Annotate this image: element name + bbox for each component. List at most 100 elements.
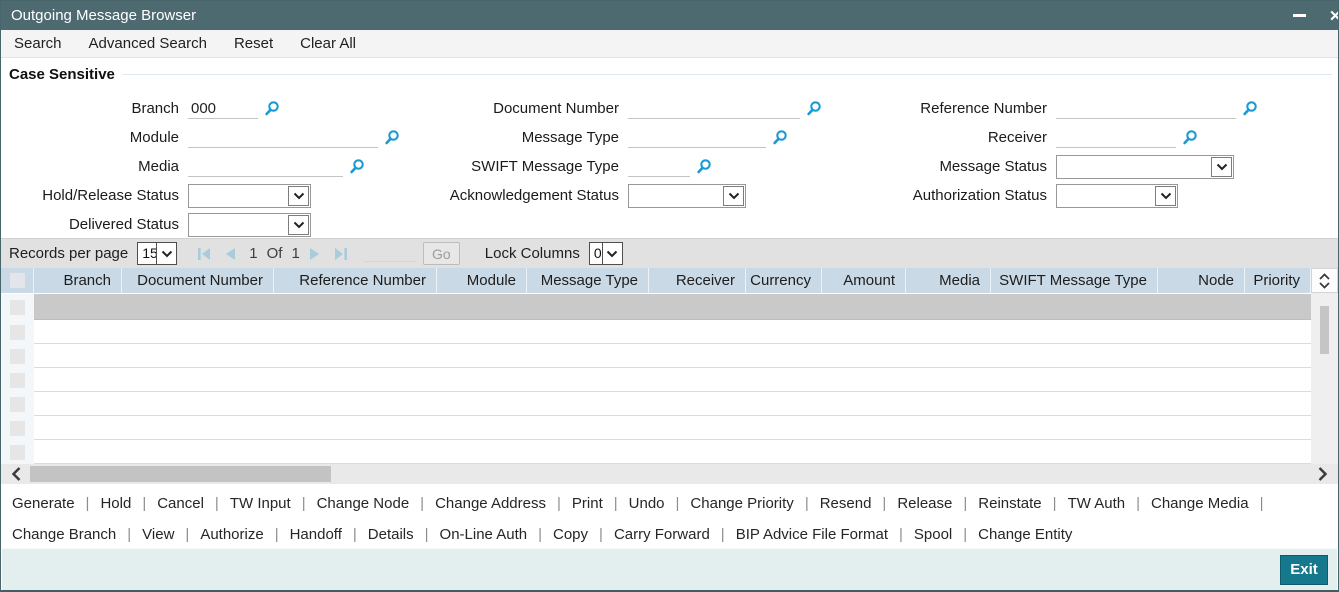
action-link[interactable]: Change Address | bbox=[435, 495, 572, 512]
row-checkbox[interactable] bbox=[1, 368, 34, 392]
delivered-status-select[interactable] bbox=[188, 212, 311, 237]
action-link[interactable]: TW Input | bbox=[230, 495, 317, 512]
search-menu-item[interactable]: Search bbox=[14, 35, 62, 52]
document-number-input[interactable] bbox=[628, 98, 800, 119]
document-number-search-icon[interactable] bbox=[806, 100, 822, 117]
module-input[interactable] bbox=[188, 127, 378, 148]
action-link[interactable]: Authorize | bbox=[200, 526, 289, 543]
receiver-search-icon[interactable] bbox=[1182, 129, 1198, 146]
action-link[interactable]: Spool | bbox=[914, 526, 978, 543]
receiver-input[interactable] bbox=[1056, 127, 1176, 148]
action-link[interactable]: Reinstate | bbox=[978, 495, 1067, 512]
action-link[interactable]: Resend | bbox=[820, 495, 898, 512]
vertical-scroll-thumb[interactable] bbox=[1320, 306, 1329, 354]
swift-message-type-search-icon[interactable] bbox=[696, 158, 712, 175]
branch-search-icon[interactable] bbox=[264, 100, 280, 117]
action-link[interactable]: Cancel | bbox=[157, 495, 230, 512]
row-checkbox[interactable] bbox=[1, 294, 34, 320]
column-header[interactable]: SWIFT Message Type bbox=[991, 268, 1158, 293]
action-link[interactable]: Carry Forward | bbox=[614, 526, 736, 543]
chevron-right-icon[interactable] bbox=[1318, 467, 1327, 481]
go-to-page-input[interactable] bbox=[363, 245, 416, 262]
action-link[interactable]: Generate | bbox=[12, 495, 100, 512]
previous-page-icon[interactable] bbox=[224, 247, 236, 261]
action-link[interactable]: Hold | bbox=[100, 495, 157, 512]
records-per-page-select[interactable]: 15 bbox=[137, 242, 178, 265]
message-type-input[interactable] bbox=[628, 127, 766, 148]
authorization-status-select[interactable] bbox=[1056, 183, 1178, 208]
action-link[interactable]: TW Auth | bbox=[1068, 495, 1151, 512]
reset-menu-item[interactable]: Reset bbox=[234, 35, 273, 52]
lock-columns-select[interactable]: 0 bbox=[588, 242, 623, 265]
action-link[interactable]: Change Media | bbox=[1151, 495, 1274, 512]
action-link[interactable]: Change Priority | bbox=[690, 495, 819, 512]
table-row[interactable] bbox=[1, 294, 1311, 320]
table-row[interactable] bbox=[1, 368, 1311, 392]
column-header[interactable]: Currency bbox=[746, 268, 822, 293]
exit-button[interactable]: Exit bbox=[1280, 554, 1328, 585]
row-checkbox[interactable] bbox=[1, 440, 34, 464]
action-link[interactable]: Details | bbox=[368, 526, 440, 543]
action-link[interactable]: View | bbox=[142, 526, 200, 543]
table-row[interactable] bbox=[1, 320, 1311, 344]
advanced-search-menu-item[interactable]: Advanced Search bbox=[89, 35, 207, 52]
message-status-select[interactable] bbox=[1056, 154, 1234, 179]
go-button[interactable]: Go bbox=[422, 242, 460, 265]
branch-input[interactable] bbox=[188, 98, 258, 119]
media-search-icon[interactable] bbox=[349, 158, 365, 175]
action-link[interactable]: Handoff | bbox=[290, 526, 368, 543]
table-row[interactable] bbox=[1, 440, 1311, 464]
action-link[interactable]: Change Branch | bbox=[12, 526, 142, 543]
horizontal-scroll-thumb[interactable] bbox=[30, 466, 331, 482]
column-header[interactable]: Module bbox=[437, 268, 527, 293]
row-checkbox[interactable] bbox=[1, 392, 34, 416]
chevron-left-icon[interactable] bbox=[12, 467, 21, 481]
action-link[interactable]: Undo | bbox=[629, 495, 691, 512]
media-input[interactable] bbox=[188, 156, 343, 177]
chevron-down-icon[interactable] bbox=[288, 214, 309, 235]
action-link[interactable]: Change Entity| bbox=[978, 526, 1072, 543]
action-link[interactable]: BIP Advice File Format | bbox=[736, 526, 914, 543]
module-search-icon[interactable] bbox=[384, 129, 400, 146]
action-link[interactable]: Print | bbox=[572, 495, 629, 512]
chevron-down-icon[interactable] bbox=[601, 243, 622, 264]
table-row[interactable] bbox=[1, 344, 1311, 368]
column-header[interactable]: Node bbox=[1158, 268, 1245, 293]
column-header[interactable]: Media bbox=[906, 268, 991, 293]
action-link[interactable]: On-Line Auth | bbox=[440, 526, 553, 543]
column-header[interactable]: Amount bbox=[822, 268, 906, 293]
chevron-down-icon[interactable] bbox=[723, 185, 744, 206]
select-all-checkbox[interactable] bbox=[1, 268, 34, 293]
close-icon[interactable]: ✕ bbox=[1329, 7, 1338, 25]
vertical-scroll-buttons[interactable] bbox=[1311, 268, 1338, 293]
swift-message-type-input[interactable] bbox=[628, 156, 690, 177]
chevron-down-icon[interactable] bbox=[1155, 185, 1176, 206]
next-page-icon[interactable] bbox=[309, 247, 321, 261]
chevron-down-icon[interactable] bbox=[1211, 156, 1232, 177]
last-page-icon[interactable] bbox=[334, 247, 348, 261]
first-page-icon[interactable] bbox=[197, 247, 211, 261]
hold-release-status-select[interactable] bbox=[188, 183, 311, 208]
reference-number-input[interactable] bbox=[1056, 98, 1236, 119]
action-link[interactable]: Release | bbox=[897, 495, 978, 512]
action-link[interactable]: Change Node | bbox=[317, 495, 435, 512]
column-header[interactable]: Document Number bbox=[122, 268, 274, 293]
column-header[interactable]: Reference Number bbox=[274, 268, 437, 293]
row-checkbox[interactable] bbox=[1, 416, 34, 440]
column-header[interactable]: Priority bbox=[1245, 268, 1311, 293]
reference-number-search-icon[interactable] bbox=[1242, 100, 1258, 117]
column-header[interactable]: Branch bbox=[34, 268, 122, 293]
action-link[interactable]: Copy | bbox=[553, 526, 614, 543]
chevron-down-icon[interactable] bbox=[288, 185, 309, 206]
message-type-search-icon[interactable] bbox=[772, 129, 788, 146]
vertical-scrollbar[interactable] bbox=[1311, 268, 1338, 464]
table-row[interactable] bbox=[1, 392, 1311, 416]
minimize-icon[interactable] bbox=[1293, 14, 1306, 17]
row-checkbox[interactable] bbox=[1, 320, 34, 344]
chevron-down-icon[interactable] bbox=[156, 243, 177, 264]
column-header[interactable]: Message Type bbox=[527, 268, 649, 293]
table-row[interactable] bbox=[1, 416, 1311, 440]
column-header[interactable]: Receiver bbox=[649, 268, 746, 293]
acknowledgement-status-select[interactable] bbox=[628, 183, 746, 208]
clear-all-menu-item[interactable]: Clear All bbox=[300, 35, 356, 52]
